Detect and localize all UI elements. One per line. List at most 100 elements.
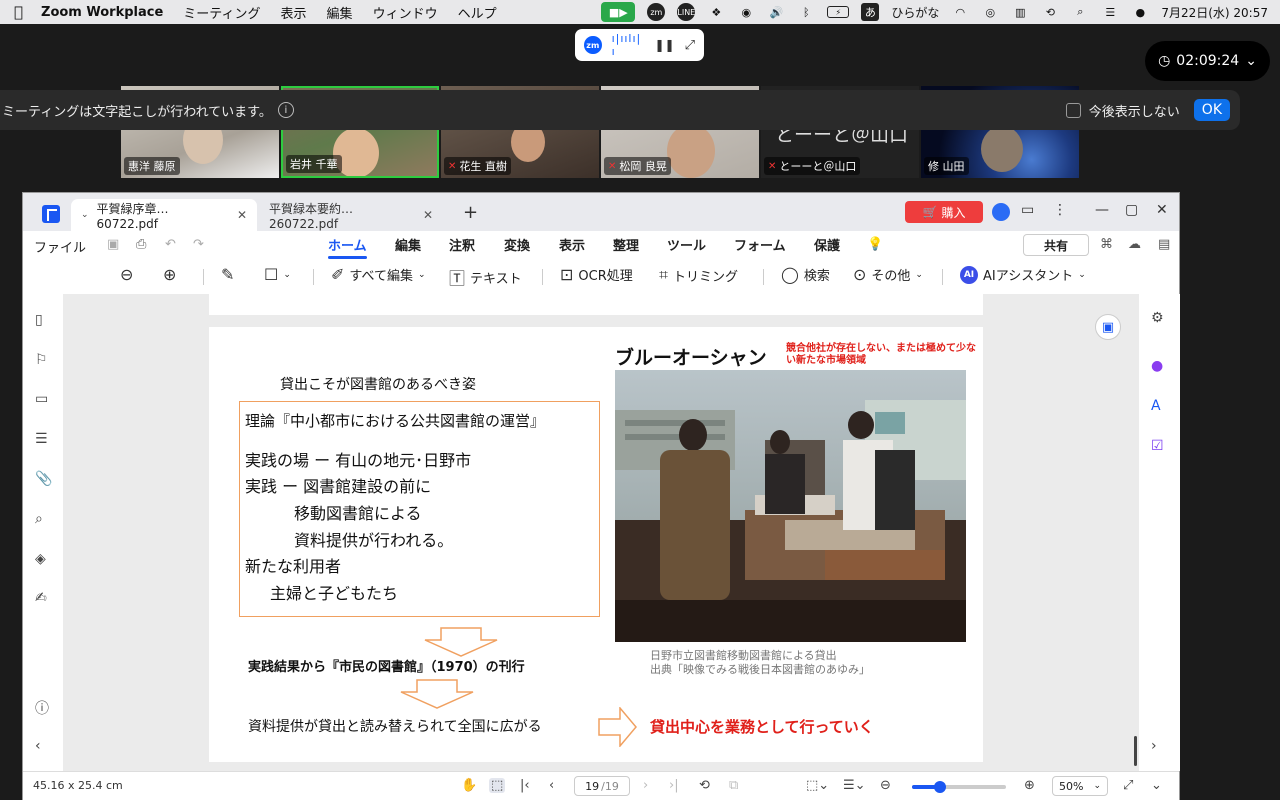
page-number-input[interactable]: 19 /19 [574, 776, 630, 796]
text-tool[interactable]: 🅃 テキスト [449, 265, 522, 289]
fit-icon[interactable]: ⧉ [729, 778, 738, 793]
vertical-scrollbar[interactable] [1134, 736, 1137, 766]
ocr-tool[interactable]: ⊡ OCR処理 [560, 265, 633, 284]
search-icon[interactable]: ⌕ [35, 511, 43, 527]
help-icon[interactable]: ⓘ [35, 698, 49, 718]
bookmark-icon[interactable]: ⚐ [35, 352, 48, 368]
file-menu[interactable]: ファイル [34, 237, 86, 256]
tab-document-2[interactable]: 平賀緑本要約…260722.pdf ✕ [259, 199, 443, 231]
dropbox-icon[interactable]: ❖ [707, 3, 725, 21]
view-mode-icon[interactable]: ☰⌄ [843, 778, 866, 793]
trim-tool[interactable]: ⌗ トリミング [659, 265, 738, 285]
prev-page-icon[interactable]: ‹ [549, 778, 554, 793]
share-button[interactable]: 共有 [1023, 234, 1089, 256]
meeting-timer[interactable]: ◷ 02:09:24 ⌄ [1145, 41, 1270, 81]
menu-view[interactable]: 表示 [281, 3, 307, 22]
time-machine-icon[interactable]: ⟲ [1041, 3, 1059, 21]
spotlight-icon[interactable]: ⌕ [1071, 3, 1089, 21]
shape-tool[interactable]: ☐ ⌄ [264, 265, 291, 284]
siri-icon[interactable]: ● [1131, 3, 1149, 21]
zoom-out-icon[interactable]: ⊖ [880, 778, 891, 793]
last-page-icon[interactable]: ›| [669, 778, 679, 793]
close-tab-icon[interactable]: ✕ [237, 208, 247, 222]
volume-icon[interactable]: 🔊 [767, 3, 785, 21]
fit-page-icon[interactable]: ▣ [1095, 314, 1121, 340]
hand-tool-icon[interactable]: ✋ [461, 778, 477, 793]
menu-tab-view[interactable]: 表示 [559, 235, 585, 254]
line-icon[interactable]: LINE [677, 3, 696, 21]
lightbulb-icon[interactable]: 💡 [867, 237, 883, 252]
zoom-slider[interactable] [912, 781, 1006, 793]
redo-icon[interactable]: ↷ [193, 237, 204, 252]
menu-tab-forms[interactable]: フォーム [734, 235, 786, 254]
collapse-ribbon-icon[interactable]: ▤ [1158, 237, 1170, 252]
pause-icon[interactable]: ❚❚ [654, 38, 674, 52]
zoom-in-icon[interactable]: ⊕ [1024, 778, 1035, 793]
wifi-icon[interactable]: ◠ [951, 3, 969, 21]
battery-icon[interactable]: ⚡ [827, 6, 850, 18]
menu-tab-organize[interactable]: 整理 [613, 235, 639, 254]
more-options-icon[interactable]: ⌄ [1151, 778, 1162, 793]
menu-edit[interactable]: 編集 [327, 3, 353, 22]
maximize-icon[interactable]: ▢ [1125, 202, 1138, 218]
undo-icon[interactable]: ↶ [165, 237, 176, 252]
task-icon[interactable]: ☑ [1151, 438, 1164, 454]
save-icon[interactable]: ▣ [107, 237, 119, 252]
ok-button[interactable]: OK [1193, 99, 1230, 121]
reading-mode-icon[interactable]: ⬚⌄ [806, 778, 829, 793]
apple-icon[interactable]:  [14, 3, 23, 21]
minimize-icon[interactable]: — [1095, 202, 1109, 218]
ai-assistant-tool[interactable]: AI AIアシスタント ⌄ [960, 265, 1086, 284]
menu-tab-protect[interactable]: 保護 [814, 235, 840, 254]
chevron-down-icon[interactable]: ⌄ [81, 210, 89, 220]
menu-window[interactable]: ウィンドウ [373, 3, 438, 22]
menu-tab-annotate[interactable]: 注釈 [449, 235, 475, 254]
attachment-icon[interactable]: 📎 [35, 471, 52, 487]
more-tool[interactable]: ⊙ その他 ⌄ [853, 265, 923, 284]
print-icon[interactable]: ⎙ [136, 237, 146, 252]
first-page-icon[interactable]: |‹ [520, 778, 530, 793]
user-icon[interactable]: ◎ [981, 3, 999, 21]
highlight-icon[interactable]: ✎ [221, 265, 234, 284]
status-icon[interactable]: ◉ [737, 3, 755, 21]
fullscreen-icon[interactable]: ⤢ [1123, 778, 1133, 793]
rotate-icon[interactable]: ⟲ [699, 778, 710, 793]
connect-icon[interactable]: ⌘ [1100, 237, 1113, 252]
input-source-label[interactable]: ひらがな [891, 4, 939, 21]
close-tab-icon[interactable]: ✕ [423, 208, 433, 222]
edit-all-tool[interactable]: ✐ すべて編集 ⌄ [331, 265, 426, 284]
buy-button[interactable]: 🛒 購入 [905, 201, 983, 223]
document-workspace[interactable]: 貸出こそが図書館のあるべき姿 理論『中小都市における公共図書館の運営』 実践の場… [63, 294, 1139, 771]
input-source-icon[interactable]: あ [861, 3, 880, 21]
zoom-out-icon[interactable]: ⊖ [120, 265, 133, 284]
more-menu-icon[interactable]: ⋮ [1053, 202, 1067, 218]
page-thumbnail-icon[interactable]: ▯ [35, 312, 43, 328]
translate-icon[interactable]: A [1151, 398, 1161, 414]
new-tab-icon[interactable]: + [463, 202, 478, 223]
zoom-in-icon[interactable]: ⊕ [163, 265, 176, 284]
menu-tab-home[interactable]: ホーム [328, 235, 367, 259]
select-tool-icon[interactable]: ⬚ [489, 778, 506, 793]
search-tool[interactable]: ◯ 検索 [781, 265, 830, 284]
zoom-slider-knob[interactable] [934, 781, 947, 793]
close-window-icon[interactable]: ✕ [1156, 202, 1168, 218]
expand-icon[interactable]: ⤢ [685, 38, 695, 53]
info-icon[interactable]: i [277, 102, 294, 118]
zoom-camera-icon[interactable]: ■▶ [601, 2, 636, 22]
next-page-icon[interactable]: › [643, 778, 648, 793]
menu-tab-tools[interactable]: ツール [667, 235, 706, 254]
properties-icon[interactable]: ⚙ [1151, 310, 1164, 326]
menu-meeting[interactable]: ミーティング [183, 3, 260, 22]
control-center-icon[interactable]: ☰ [1101, 3, 1119, 21]
account-avatar[interactable] [992, 203, 1010, 221]
zoom-select[interactable]: 50% ⌄ [1052, 776, 1108, 796]
dont-show-checkbox[interactable] [1065, 102, 1081, 118]
expand-right-icon[interactable]: › [1151, 738, 1157, 754]
cloud-upload-icon[interactable]: ☁ [1128, 237, 1141, 252]
signature-icon[interactable]: ✍ [35, 590, 47, 606]
dont-show-label[interactable]: 今後表示しない [1089, 101, 1180, 120]
clock[interactable]: 7月22日(水) 20:57 [1161, 4, 1268, 21]
layers-list-icon[interactable]: ☰ [35, 431, 48, 447]
keyboard-icon[interactable]: ▥ [1011, 3, 1029, 21]
ai-chat-icon[interactable]: ● [1151, 358, 1163, 374]
